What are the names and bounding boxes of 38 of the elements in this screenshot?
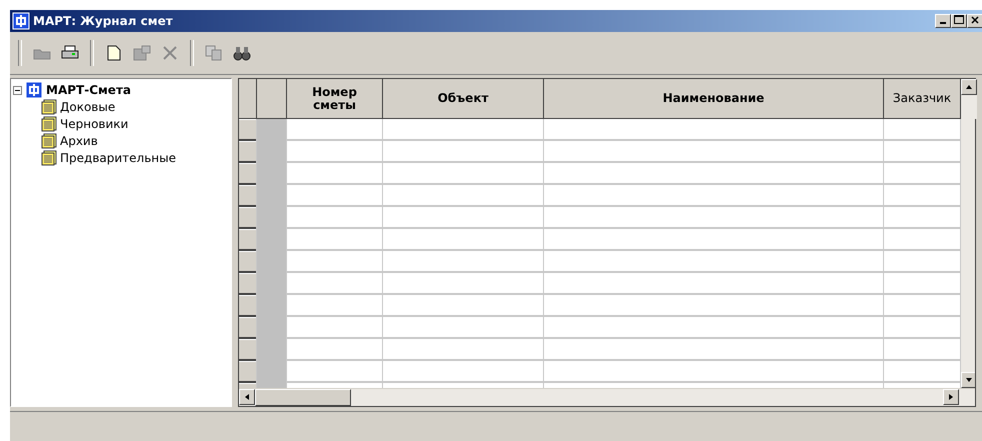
tree-item[interactable]: Доковые xyxy=(60,100,116,114)
maximize-icon xyxy=(954,15,964,24)
printer-icon xyxy=(61,45,79,61)
tree-root-icon xyxy=(25,81,43,99)
tree-item[interactable]: Черновики xyxy=(60,116,128,130)
column-header[interactable]: Объект xyxy=(383,79,544,119)
window-title: МАРТ: Журнал смет xyxy=(33,14,173,28)
column-header[interactable]: Наименование xyxy=(544,79,884,119)
document-folder-icon xyxy=(41,132,57,148)
close-icon xyxy=(971,16,979,24)
maximize-button[interactable] xyxy=(951,14,967,28)
column-header[interactable]: Заказчик xyxy=(884,79,961,119)
app-logo-icon xyxy=(12,12,30,30)
scroll-down-button[interactable] xyxy=(961,372,975,388)
minimize-icon xyxy=(940,22,946,24)
document-folder-icon xyxy=(41,150,57,166)
scroll-thumb[interactable] xyxy=(255,389,351,406)
binoculars-icon xyxy=(233,45,251,61)
down-arrow-icon xyxy=(965,377,973,383)
collapse-icon[interactable] xyxy=(13,86,22,94)
scroll-right-button[interactable] xyxy=(943,389,959,405)
document-folder-icon xyxy=(41,116,57,132)
up-arrow-icon xyxy=(965,84,973,90)
scroll-up-button[interactable] xyxy=(961,79,977,95)
copy-icon xyxy=(205,45,223,61)
delete-icon xyxy=(162,45,178,61)
scroll-left-button[interactable] xyxy=(239,389,255,405)
close-button[interactable] xyxy=(967,14,982,28)
column-header[interactable]: Номер сметы xyxy=(287,79,383,119)
document-icon xyxy=(107,45,121,61)
tree-item[interactable]: МАРТ-Смета xyxy=(46,83,131,97)
tree-item[interactable]: Архив xyxy=(60,134,98,148)
left-arrow-icon xyxy=(244,393,250,401)
document-folder-icon xyxy=(41,98,57,114)
right-arrow-icon xyxy=(948,393,954,401)
properties-icon xyxy=(133,45,151,61)
tree-item[interactable]: Предварительные xyxy=(60,150,176,164)
minimize-button[interactable] xyxy=(935,14,951,28)
